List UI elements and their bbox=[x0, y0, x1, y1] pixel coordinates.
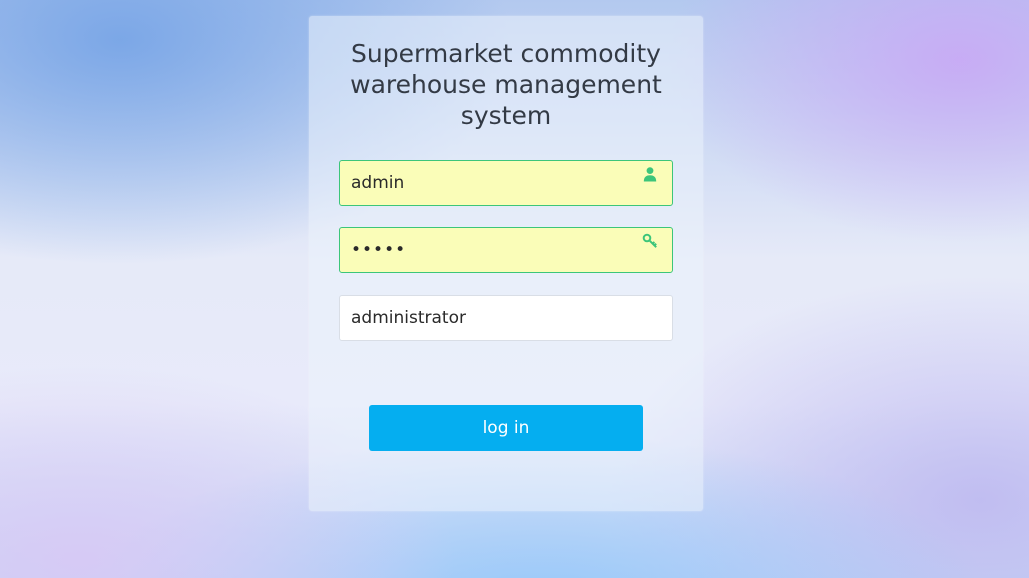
password-input[interactable] bbox=[340, 228, 672, 272]
role-field-wrapper bbox=[339, 295, 673, 341]
login-panel: Supermarket commodity warehouse manageme… bbox=[309, 16, 703, 511]
password-field-wrapper bbox=[339, 227, 673, 273]
key-icon bbox=[642, 233, 657, 248]
username-input[interactable] bbox=[340, 161, 672, 205]
page-title: Supermarket commodity warehouse manageme… bbox=[350, 39, 662, 130]
username-field-wrapper bbox=[339, 160, 673, 206]
user-icon bbox=[643, 167, 657, 182]
role-input[interactable] bbox=[340, 296, 672, 340]
login-button[interactable]: log in bbox=[369, 405, 643, 451]
